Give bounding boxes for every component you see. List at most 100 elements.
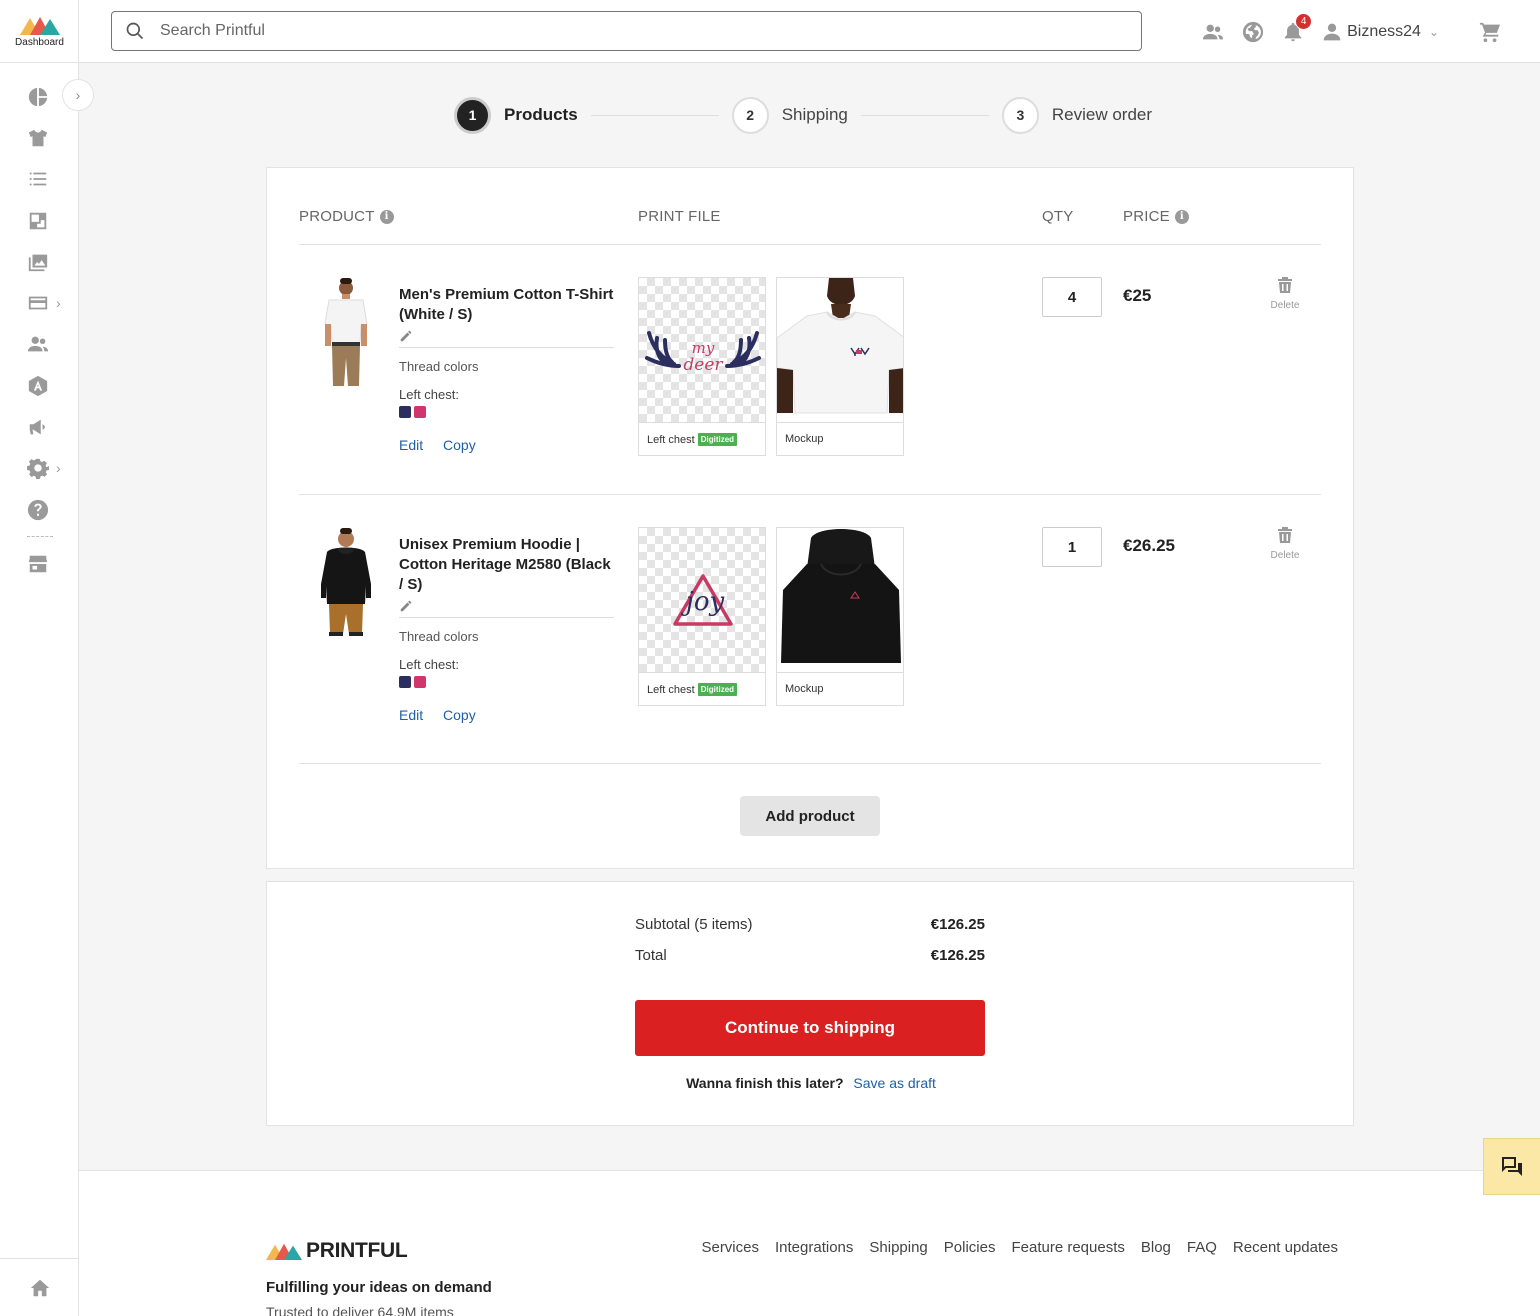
footer-links: Services Integrations Shipping Policies …: [685, 1239, 1338, 1256]
chevron-right-icon: ›: [56, 295, 61, 312]
column-header-price: PRICE i: [1123, 208, 1189, 225]
sidebar-item-billing[interactable]: ›: [0, 282, 79, 323]
mockup-image: [777, 278, 903, 423]
sidebar-item-designs[interactable]: [0, 200, 79, 241]
trash-icon: [1278, 527, 1292, 543]
edit-link[interactable]: Edit: [399, 437, 423, 453]
sidebar-item-settings[interactable]: ›: [0, 448, 79, 489]
edit-name-pencil-icon[interactable]: [399, 599, 413, 613]
delete-button[interactable]: Delete: [1265, 277, 1305, 311]
save-as-draft-link[interactable]: Save as draft: [853, 1075, 936, 1091]
add-product-button[interactable]: Add product: [740, 796, 880, 836]
joy-design-icon: joy: [673, 574, 733, 626]
sidebar-item-products[interactable]: [0, 117, 79, 158]
product-divider: [399, 347, 614, 348]
search-box[interactable]: [111, 11, 1142, 51]
chevron-right-icon: ›: [56, 460, 61, 477]
thread-swatch-navy: [399, 676, 411, 688]
step-label: Products: [504, 105, 578, 124]
product-thumbnail[interactable]: [311, 528, 381, 638]
product-thumbnail[interactable]: [311, 278, 381, 388]
svg-text:joy: joy: [681, 587, 725, 617]
info-icon[interactable]: i: [1174, 209, 1189, 224]
step-connector: [590, 114, 719, 116]
step-review-order[interactable]: 3 Review order: [1001, 96, 1153, 134]
pie-chart-icon: [28, 87, 48, 106]
footer-link-integrations[interactable]: Integrations: [775, 1239, 853, 1256]
help-icon: [27, 499, 49, 520]
copy-link[interactable]: Copy: [443, 437, 476, 453]
footer-link-feature-requests[interactable]: Feature requests: [1011, 1239, 1124, 1256]
footer-link-shipping[interactable]: Shipping: [869, 1239, 927, 1256]
printful-logo-icon: [266, 1243, 302, 1260]
sidebar-home[interactable]: [0, 1258, 79, 1316]
notifications-button[interactable]: 4: [1282, 12, 1313, 43]
user-menu[interactable]: Bizness24 ⌄: [1322, 22, 1439, 42]
search-icon: [126, 22, 144, 40]
delete-label: Delete: [1270, 300, 1300, 311]
cart-icon: [1479, 22, 1501, 42]
footer-link-blog[interactable]: Blog: [1141, 1239, 1171, 1256]
edit-name-pencil-icon[interactable]: [399, 329, 413, 343]
mockup-image: [777, 528, 903, 673]
print-file-image: joy: [639, 528, 765, 673]
team-button[interactable]: [1202, 21, 1224, 43]
cart-button[interactable]: [1479, 21, 1501, 43]
footer-link-policies[interactable]: Policies: [944, 1239, 996, 1256]
my-deer-design-icon: my deer: [645, 331, 761, 375]
sidebar-item-help[interactable]: [0, 489, 79, 530]
users-icon: [27, 337, 49, 352]
step-products[interactable]: 1 Products: [454, 96, 578, 134]
column-header-qty: QTY: [1042, 208, 1073, 225]
total-label: Total: [635, 947, 667, 964]
step-shipping[interactable]: 2 Shipping: [731, 96, 848, 134]
sidebar-item-team[interactable]: [0, 324, 79, 365]
step-label: Review order: [1051, 105, 1153, 124]
digitized-badge: Digitized: [697, 683, 738, 696]
continue-to-shipping-button[interactable]: Continue to shipping: [635, 1000, 985, 1056]
mockup-card[interactable]: Mockup: [776, 527, 904, 706]
step-connector: [860, 114, 989, 116]
users-icon: [1203, 24, 1224, 39]
thread-swatch-navy: [399, 406, 411, 418]
footer-logo[interactable]: PRINTFUL: [266, 1239, 408, 1263]
sidebar-expand-button[interactable]: ›: [62, 79, 94, 111]
chevron-right-icon: ›: [75, 87, 81, 103]
list-icon: [29, 172, 47, 186]
step-number: 2: [731, 96, 769, 134]
step-label: Shipping: [781, 105, 848, 124]
footer-link-recent-updates[interactable]: Recent updates: [1233, 1239, 1338, 1256]
edit-link[interactable]: Edit: [399, 707, 423, 723]
quantity-input[interactable]: 4: [1042, 277, 1102, 317]
credit-card-icon: [28, 296, 48, 310]
home-icon: [30, 1279, 49, 1296]
mockup-card[interactable]: Mockup: [776, 277, 904, 456]
delete-button[interactable]: Delete: [1265, 527, 1305, 561]
table-row: Men's Premium Cotton T-Shirt (White / S)…: [299, 245, 1321, 495]
quantity-input[interactable]: 1: [1042, 527, 1102, 567]
sidebar-item-brand[interactable]: [0, 365, 79, 406]
dashboard-logo[interactable]: Dashboard: [0, 0, 79, 63]
product-divider: [399, 617, 614, 618]
column-header-label: PRICE: [1123, 208, 1170, 225]
print-file-card[interactable]: joy Left chest Digitized: [638, 527, 766, 706]
copy-link[interactable]: Copy: [443, 707, 476, 723]
brand-a-icon: [28, 375, 48, 396]
sidebar-item-marketing[interactable]: [0, 406, 79, 447]
footer-link-services[interactable]: Services: [701, 1239, 759, 1256]
trash-icon: [1278, 277, 1292, 293]
info-icon[interactable]: i: [379, 209, 394, 224]
product-name: Men's Premium Cotton T-Shirt (White / S): [399, 286, 614, 323]
tshirt-icon: [28, 129, 48, 147]
chat-icon: [1502, 1156, 1522, 1176]
footer-link-faq[interactable]: FAQ: [1187, 1239, 1217, 1256]
search-input[interactable]: [160, 22, 1060, 40]
language-button[interactable]: [1242, 21, 1264, 43]
total-value: €126.25: [930, 947, 985, 964]
sidebar-item-library[interactable]: [0, 241, 79, 282]
sidebar-item-orders[interactable]: [0, 159, 79, 200]
chat-button[interactable]: [1483, 1138, 1540, 1195]
print-file-card[interactable]: my deer Left chest Digitized: [638, 277, 766, 456]
thread-swatch-pink: [414, 406, 426, 418]
sidebar-item-stores[interactable]: [0, 543, 79, 584]
